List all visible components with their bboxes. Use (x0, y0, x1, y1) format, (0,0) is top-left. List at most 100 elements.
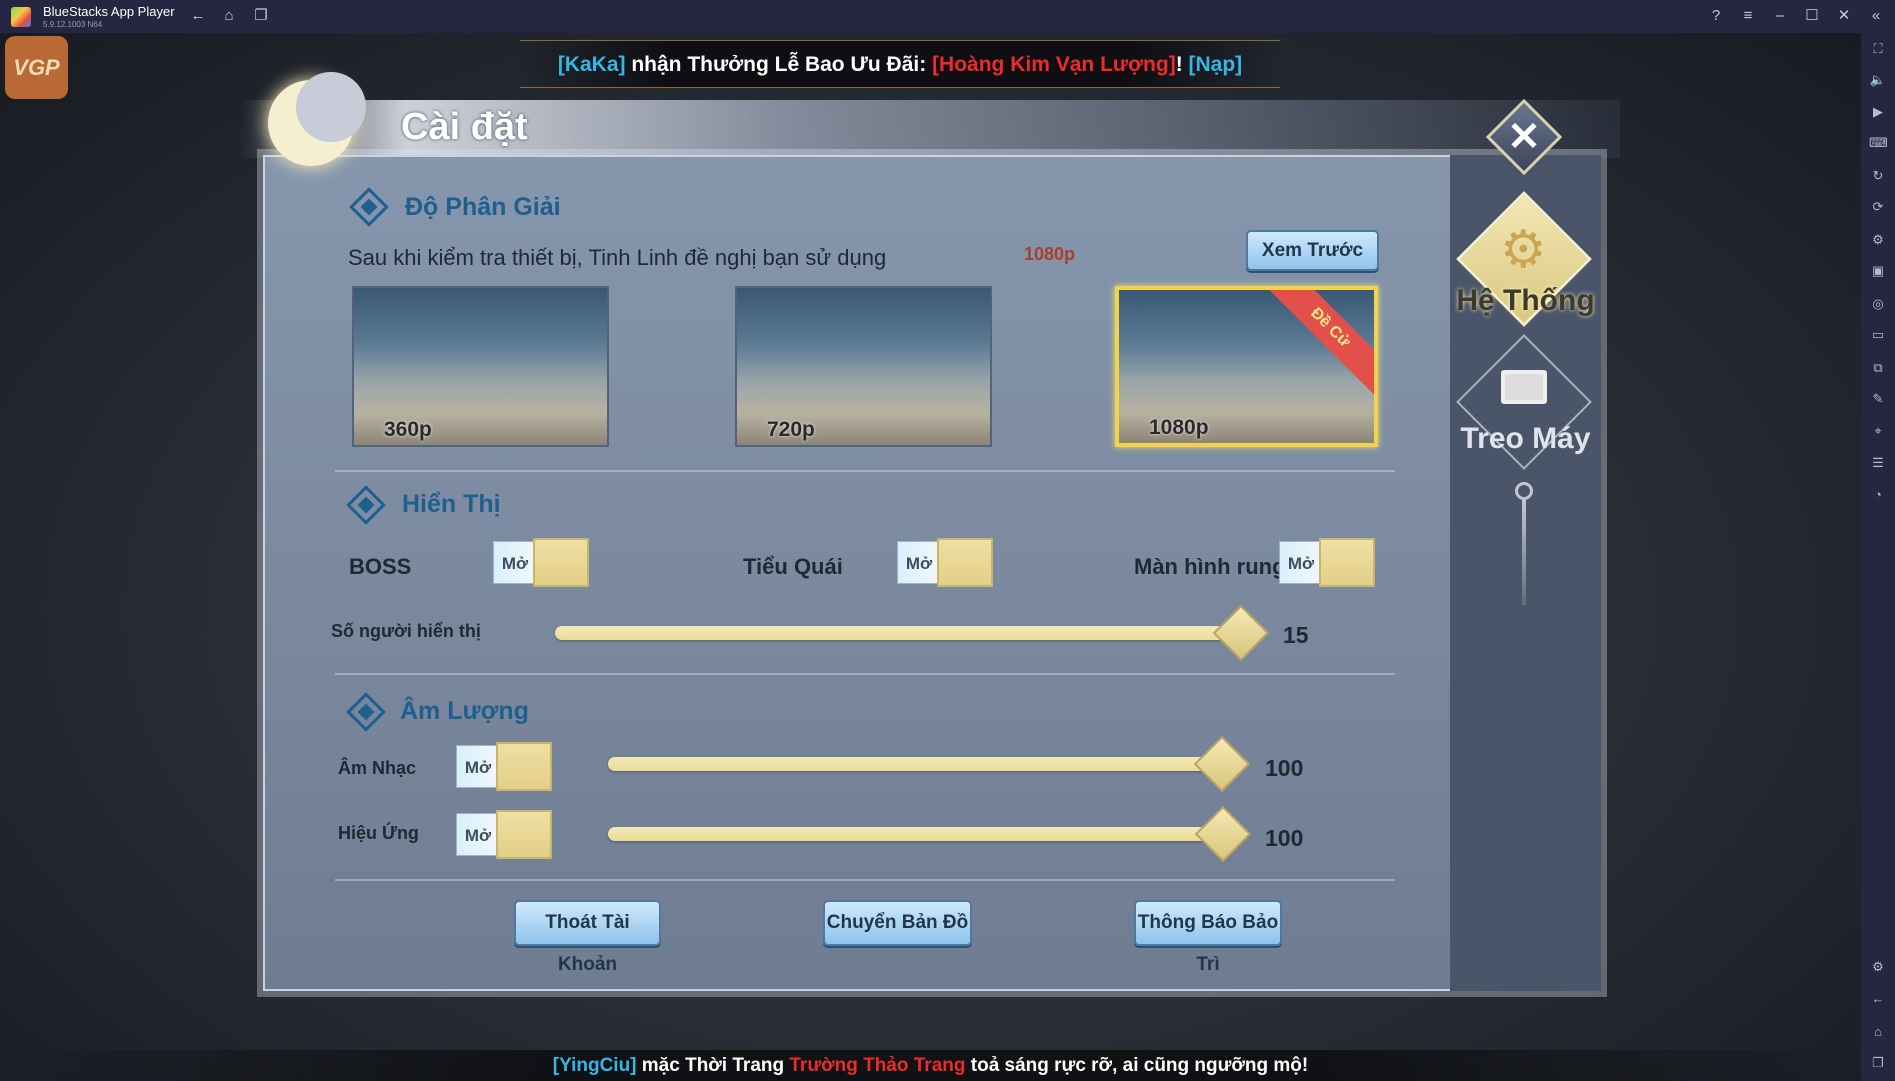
minimize-icon[interactable]: – (1771, 7, 1789, 25)
rotate-icon[interactable]: ↻ (1869, 167, 1887, 185)
android-back-icon[interactable]: ← (1869, 990, 1887, 1008)
toggle-state: Mở (493, 541, 537, 584)
logout-button[interactable]: Thoát Tài Khoản (514, 900, 661, 975)
announcement-banner: [KaKa] nhận Thưởng Lễ Bao Ưu Đãi: [Hoàng… (520, 40, 1280, 88)
resolution-heading: Độ Phân Giải (405, 193, 561, 221)
boss-toggle[interactable]: Mở (493, 538, 589, 587)
home-icon[interactable]: ⌂ (220, 7, 238, 25)
apk-icon[interactable]: ▣ (1869, 262, 1887, 280)
resolution-label: 1080p (1149, 416, 1209, 439)
multi-window-icon[interactable]: ⧉ (1869, 359, 1887, 377)
effects-toggle[interactable]: Mở (456, 810, 552, 859)
app-version: 5.9.12.1003 N64 (43, 20, 103, 29)
banner-action-link[interactable]: [Nạp] (1189, 53, 1243, 76)
music-volume-slider[interactable] (608, 757, 1218, 771)
collapse-sidebar-icon[interactable]: « (1867, 7, 1885, 25)
title-bar: BlueStacks App Player 5.9.12.1003 N64 ← … (0, 0, 1895, 33)
location-icon[interactable]: ⌖ (1869, 422, 1887, 440)
page-title: Cài đặt (401, 106, 528, 148)
divider (335, 673, 1395, 675)
toggle-label-screen-shake: Màn hình rung (1134, 554, 1286, 579)
eraser-icon[interactable]: ✎ (1869, 390, 1887, 408)
players-shown-label: Số người hiển thị (331, 621, 481, 641)
bottom-item: Trường Thảo Trang (789, 1055, 966, 1076)
recommended-badge: Đề Cử (1262, 290, 1374, 396)
bottom-text: toả sáng rực rỡ, ai cũng ngưỡng mộ! (965, 1055, 1309, 1076)
tab-system-label: Hệ Thống (1456, 284, 1595, 317)
close-icon[interactable]: ✕ (1835, 7, 1853, 25)
change-map-button[interactable]: Chuyển Bản Đồ (823, 900, 972, 946)
resolution-label: 360p (384, 418, 432, 441)
keyboard-icon[interactable]: ⌨ (1869, 134, 1888, 152)
effects-volume-value: 100 (1265, 825, 1304, 851)
toggle-knob (496, 742, 552, 791)
banner-item: [Hoàng Kim Vạn Lượng] (932, 53, 1176, 76)
music-volume-value: 100 (1265, 755, 1304, 781)
android-home-icon[interactable]: ⌂ (1869, 1023, 1887, 1041)
music-label: Âm Nhạc (338, 758, 417, 778)
toggle-state: Mở (1279, 541, 1323, 584)
toggle-state: Mở (456, 813, 500, 856)
eco-icon[interactable]: ◔ (1869, 486, 1887, 504)
gear-icon: ⚙ (1500, 221, 1547, 279)
resolution-option-720p[interactable]: 720p (735, 286, 992, 447)
resolution-option-360p[interactable]: 360p (352, 286, 609, 447)
toggle-knob (1319, 538, 1375, 587)
preview-button[interactable]: Xem Trước (1246, 230, 1379, 271)
layers-icon[interactable]: ☰ (1869, 454, 1887, 472)
fullscreen-icon[interactable]: ⛶ (1869, 40, 1887, 58)
resolution-label: 720p (767, 418, 815, 441)
players-shown-value: 15 (1283, 622, 1309, 648)
players-shown-slider[interactable] (555, 626, 1245, 640)
screen-shake-toggle[interactable]: Mở (1279, 538, 1375, 587)
resolution-option-1080p[interactable]: 1080p Đề Cử (1115, 286, 1378, 447)
toggle-label-boss: BOSS (349, 554, 412, 579)
bluestacks-logo-icon (11, 7, 31, 27)
recommend-text: Sau khi kiểm tra thiết bị, Tinh Linh đề … (348, 245, 887, 270)
toggle-knob (937, 538, 993, 587)
banner-player: [KaKa] (557, 53, 626, 76)
menu-icon[interactable]: ≡ (1739, 7, 1757, 25)
sync-icon[interactable]: ⟳ (1869, 198, 1887, 216)
divider (335, 470, 1395, 472)
moon-icon (268, 72, 366, 166)
vgp-logo: VGP (5, 36, 68, 99)
toggle-state: Mở (897, 541, 941, 584)
close-x-icon: ✕ (1507, 115, 1541, 159)
multi-instance-icon[interactable]: ❐ (252, 7, 270, 25)
back-icon[interactable]: ← (189, 7, 207, 25)
toggle-label-minions: Tiểu Quái (743, 554, 843, 579)
tab-ornament-line (1522, 500, 1526, 605)
volume-heading: Âm Lượng (400, 697, 529, 725)
toggle-knob (533, 538, 589, 587)
display-heading: Hiển Thị (402, 490, 501, 518)
volume-icon[interactable]: 🔈 (1869, 71, 1887, 89)
app-name: BlueStacks App Player (43, 4, 175, 19)
gamepad-icon[interactable]: ⚙ (1869, 231, 1887, 249)
banner-text: nhận Thưởng Lễ Bao Ưu Đãi: (625, 53, 933, 76)
recommended-resolution: 1080p (1024, 244, 1076, 264)
banner-excl: ! (1175, 53, 1189, 76)
tab-ornament (1515, 482, 1533, 500)
maximize-icon[interactable]: ☐ (1803, 7, 1821, 25)
maintenance-notice-button[interactable]: Thông Báo Bảo Trì (1134, 900, 1282, 975)
right-toolbar: ⛶ 🔈 ▶ ⌨ ↻ ⟳ ⚙ ▣ ◎ ▭ ⧉ ✎ ⌖ ☰ ◔ ⚙ ← ⌂ ❐ (1861, 33, 1895, 1081)
effects-volume-slider[interactable] (608, 827, 1218, 841)
toggle-state: Mở (456, 745, 500, 788)
media-icon[interactable]: ▶ (1869, 103, 1887, 121)
settings-icon[interactable]: ⚙ (1869, 958, 1887, 976)
music-toggle[interactable]: Mở (456, 742, 552, 791)
bottom-player: [YingCiu] (552, 1055, 637, 1076)
effects-label: Hiệu Ứng (338, 823, 419, 843)
toggle-knob (496, 810, 552, 859)
folder-icon[interactable]: ▭ (1869, 326, 1887, 344)
recent-apps-icon[interactable]: ❐ (1869, 1054, 1887, 1072)
bottom-announcement: [YingCiu] mặc Thời Trang Trường Thảo Tra… (0, 1050, 1861, 1081)
tab-idle-label: Treo Máy (1460, 422, 1591, 455)
divider (335, 879, 1395, 881)
minion-toggle[interactable]: Mở (897, 538, 993, 587)
monitor-icon (1501, 370, 1547, 404)
help-icon[interactable]: ? (1707, 7, 1725, 25)
screenshot-icon[interactable]: ◎ (1869, 295, 1887, 313)
bottom-text: mặc Thời Trang (636, 1055, 790, 1076)
